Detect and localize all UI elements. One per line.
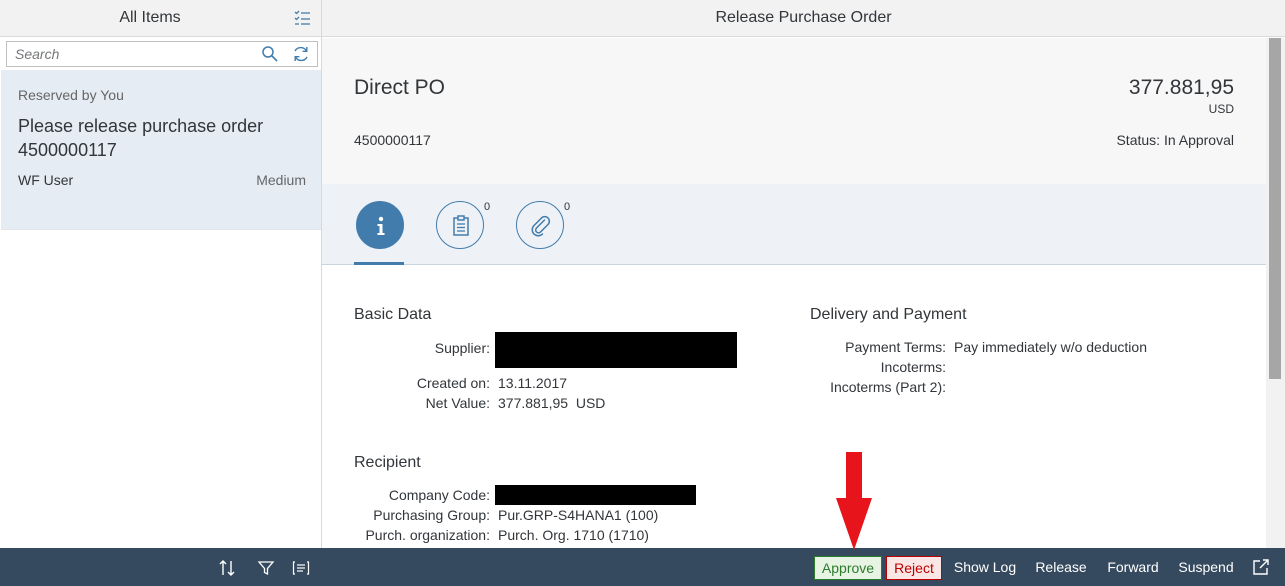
annotation-arrow: [836, 452, 872, 550]
object-currency: USD: [1208, 102, 1234, 116]
redacted-supplier: [495, 332, 737, 368]
incoterms-label: Incoterms:: [880, 359, 946, 375]
created-label: Created on:: [416, 375, 490, 391]
purch-org-label: Purch. organization:: [365, 527, 490, 543]
search-input[interactable]: [7, 42, 257, 66]
forward-button[interactable]: Forward: [1100, 556, 1166, 580]
detail-content: Basic Data Supplier: Created on: 13.11.2…: [322, 266, 1266, 548]
purch-org-value: Purch. Org. 1710 (1710): [498, 527, 649, 543]
purchasing-group-label: Purchasing Group:: [373, 507, 490, 523]
notes-icon: [453, 215, 469, 236]
object-title: Direct PO: [354, 76, 446, 99]
icon-tab-bar: 0 0: [322, 184, 1266, 265]
suspend-button[interactable]: Suspend: [1172, 556, 1240, 580]
scrollbar-thumb[interactable]: [1269, 38, 1281, 379]
object-header: Direct PO 4500000117 377.881,95 USD Stat…: [322, 38, 1266, 184]
list-item-title: Please release purchase order 4500000117: [18, 116, 264, 160]
object-status: Status: In Approval: [1116, 132, 1234, 148]
object-number: 4500000117: [354, 132, 431, 148]
created-value: 13.11.2017: [498, 375, 568, 391]
refresh-icon[interactable]: [292, 45, 310, 63]
tab-notes[interactable]: [436, 201, 484, 249]
detail-footer: Approve Reject Show Log Release Forward …: [322, 548, 1285, 586]
attachment-icon: [531, 215, 551, 237]
sort-icon[interactable]: [218, 559, 236, 577]
net-value-label: Net Value:: [425, 395, 490, 411]
scrollbar[interactable]: [1266, 38, 1285, 548]
approve-button[interactable]: Approve: [814, 556, 882, 580]
show-log-button[interactable]: Show Log: [949, 556, 1021, 580]
master-title: All Items: [119, 9, 181, 26]
filter-icon[interactable]: [257, 559, 275, 577]
detail-header-title: Release Purchase Order: [322, 0, 1285, 37]
master-header: All Items: [0, 0, 321, 37]
detail-pane: Release Purchase Order Direct PO 4500000…: [322, 0, 1285, 586]
list-item-priority: Medium: [256, 172, 306, 188]
reject-button[interactable]: Reject: [886, 556, 942, 580]
info-icon: [377, 216, 385, 235]
company-code-label: Company Code:: [388, 487, 490, 503]
recipient-title: Recipient: [354, 454, 421, 471]
app: All Items Reser: [0, 0, 1285, 586]
supplier-label: Supplier:: [434, 340, 490, 356]
payment-terms-value: Pay immediately w/o deduction: [954, 339, 1147, 355]
multi-select-icon[interactable]: [293, 9, 311, 27]
object-amount: 377.881,95: [1128, 76, 1234, 99]
master-list: All Items Reser: [0, 0, 322, 586]
search-bar: [6, 41, 318, 67]
redacted-company-code: [495, 485, 696, 505]
list-item[interactable]: Reserved by You Please release purchase …: [1, 70, 321, 230]
basic-data-title: Basic Data: [354, 306, 432, 323]
payment-terms-label: Payment Terms:: [845, 339, 946, 355]
release-button[interactable]: Release: [1029, 556, 1093, 580]
tab-attachments[interactable]: [516, 201, 564, 249]
net-value: 377.881,95 USD: [498, 395, 606, 411]
active-tab-indicator: [354, 262, 404, 265]
tab-attachments-count: 0: [564, 201, 571, 213]
purchasing-group-value: Pur.GRP-S4HANA1 (100): [498, 507, 659, 523]
tab-notes-count: 0: [484, 201, 491, 213]
incoterms2-label: Incoterms (Part 2):: [830, 379, 946, 395]
group-icon[interactable]: [292, 559, 310, 577]
list-item-status: Reserved by You: [18, 87, 124, 103]
search-icon[interactable]: [261, 45, 279, 63]
tab-info[interactable]: [356, 201, 404, 249]
master-footer: [0, 548, 322, 586]
share-icon[interactable]: [1252, 558, 1270, 576]
delivery-title: Delivery and Payment: [810, 306, 967, 323]
list-item-user: WF User: [18, 172, 74, 188]
